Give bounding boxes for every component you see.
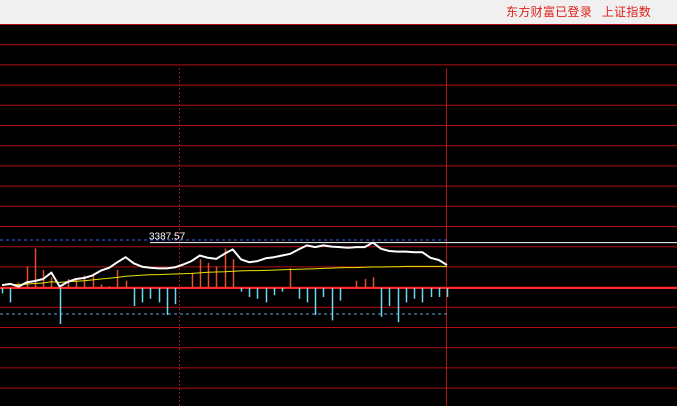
reference-lines xyxy=(0,239,447,315)
price-lines xyxy=(1,241,677,288)
intraday-chart[interactable]: 3387.57 xyxy=(0,24,677,406)
login-status: 东方财富已登录 xyxy=(506,5,593,19)
chart-grid xyxy=(0,24,677,406)
index-name[interactable]: 上证指数 xyxy=(602,5,651,19)
status-bar: 东方财富已登录 上证指数 xyxy=(0,0,677,24)
status-text: 东方财富已登录 上证指数 xyxy=(500,3,651,20)
breadth-bars xyxy=(1,248,449,324)
peak-price-label: 3387.57 xyxy=(149,232,186,243)
